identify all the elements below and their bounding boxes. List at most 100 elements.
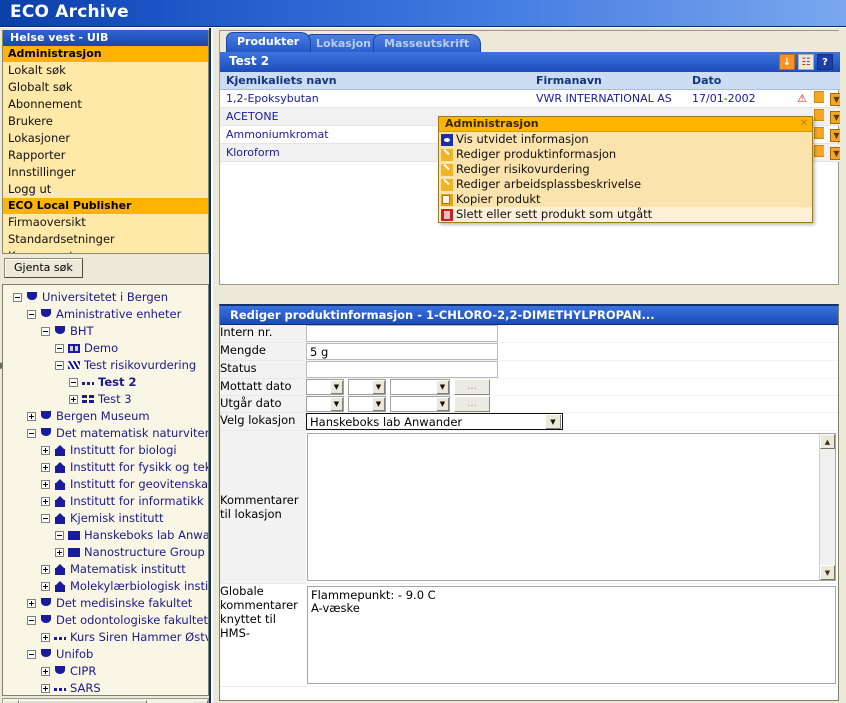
- tree-node[interactable]: Hanskeboks lab Anwand: [3, 527, 208, 544]
- tree-node[interactable]: Institutt for biologi: [3, 442, 208, 459]
- sidebar-item-standardsetninger[interactable]: Standardsetninger: [3, 231, 208, 248]
- sidebar-item-lokasjoner[interactable]: Lokasjoner: [3, 130, 208, 147]
- collapse-icon[interactable]: [27, 616, 36, 625]
- chevron-down-icon[interactable]: ▼: [371, 380, 385, 394]
- download-icon[interactable]: ↓: [779, 54, 795, 70]
- tree-node[interactable]: Molekylærbiologisk institu: [3, 578, 208, 595]
- sidebar-item-rapporter[interactable]: Rapporter: [3, 147, 208, 164]
- chevron-down-icon[interactable]: ▼: [435, 380, 449, 394]
- expand-icon[interactable]: [41, 497, 50, 506]
- column-header-name[interactable]: Kjemikaliets navn: [220, 72, 530, 90]
- expand-icon[interactable]: [41, 446, 50, 455]
- chevron-down-icon[interactable]: ▼: [435, 397, 449, 411]
- tree-node[interactable]: Bergen Museum: [3, 408, 208, 425]
- expand-icon[interactable]: [41, 633, 50, 642]
- expand-icon[interactable]: [27, 599, 36, 608]
- collapse-icon[interactable]: [55, 531, 64, 540]
- tree-node[interactable]: Institutt for informatikk: [3, 493, 208, 510]
- mottatt-date-picker-button[interactable]: ...: [454, 379, 490, 395]
- expand-icon[interactable]: [27, 412, 36, 421]
- tree-horizontal-scrollbar[interactable]: ◀ ▶: [2, 698, 209, 703]
- expand-icon[interactable]: [41, 463, 50, 472]
- sidebar-item-logg-ut[interactable]: Logg ut: [3, 181, 208, 198]
- cell-product-name[interactable]: 1,2-Epoksybutan: [220, 89, 530, 108]
- context-menu-item[interactable]: Rediger arbeidsplassbeskrivelse: [439, 177, 812, 192]
- tree-node[interactable]: Test 2: [3, 374, 208, 391]
- expand-icon[interactable]: [41, 582, 50, 591]
- kommentarer-lokasjon-textarea[interactable]: [308, 434, 819, 580]
- collapse-icon[interactable]: [55, 361, 64, 370]
- collapse-icon[interactable]: [13, 293, 22, 302]
- context-menu-item[interactable]: Rediger produktinformasjon: [439, 147, 812, 162]
- flag-icon[interactable]: [814, 91, 824, 103]
- column-header-date[interactable]: Dato: [686, 72, 790, 90]
- expand-icon[interactable]: [41, 480, 50, 489]
- utgaar-month-select[interactable]: ▼: [348, 396, 386, 412]
- tab-produkter[interactable]: Produkter: [226, 32, 312, 52]
- table-row[interactable]: 1,2-Epoksybutan VWR INTERNATIONAL AS 17/01…: [220, 89, 840, 108]
- expand-icon[interactable]: [41, 667, 50, 676]
- close-icon[interactable]: ✕: [798, 118, 810, 130]
- row-actions-dropdown-icon[interactable]: ▼: [830, 146, 840, 160]
- scroll-down-arrow-icon[interactable]: ▼: [820, 565, 835, 580]
- utgaar-year-select[interactable]: ▼: [390, 396, 450, 412]
- kommentarer-lokasjon-textarea-wrap[interactable]: ▲ ▼: [307, 433, 836, 581]
- tree-node[interactable]: Aministrative enheter: [3, 306, 208, 323]
- tree-node[interactable]: Matematisk institutt: [3, 561, 208, 578]
- sidebar-item-lokalt-sok[interactable]: Lokalt søk: [3, 62, 208, 79]
- tree-node[interactable]: CIPR: [3, 663, 208, 680]
- tree-node[interactable]: Kurs Siren Hammer Østvo: [3, 629, 208, 646]
- tree-node[interactable]: Institutt for fysikk og tek: [3, 459, 208, 476]
- expand-icon[interactable]: [41, 684, 50, 693]
- chevron-down-icon[interactable]: ▼: [329, 380, 343, 394]
- collapse-icon[interactable]: [27, 650, 36, 659]
- sidebar-item-abonnement[interactable]: Abonnement: [3, 96, 208, 113]
- tree-node[interactable]: Det odontologiske fakultet: [3, 612, 208, 629]
- chevron-down-icon[interactable]: ▼: [545, 414, 561, 429]
- lokasjon-select[interactable]: Hanskeboks lab Anwander ▼: [306, 413, 563, 430]
- sidebar-item-komponenter[interactable]: Komponenter: [3, 248, 208, 253]
- mengde-input[interactable]: [306, 343, 498, 360]
- sidebar-item-brukere[interactable]: Brukere: [3, 113, 208, 130]
- context-menu-item[interactable]: Rediger risikovurdering: [439, 162, 812, 177]
- help-icon[interactable]: ?: [817, 54, 833, 70]
- tree-node[interactable]: Test 3: [3, 391, 208, 408]
- tree-node[interactable]: BHT: [3, 323, 208, 340]
- tree-node[interactable]: Test risikovurdering: [3, 357, 208, 374]
- sidebar-item-globalt-sok[interactable]: Globalt søk: [3, 79, 208, 96]
- flag-icon[interactable]: [814, 145, 824, 157]
- collapse-icon[interactable]: [27, 310, 36, 319]
- expand-icon[interactable]: [55, 548, 64, 557]
- mottatt-month-select[interactable]: ▼: [348, 379, 386, 395]
- sidebar-item-firmaoversikt[interactable]: Firmaoversikt: [3, 214, 208, 231]
- excel-export-icon[interactable]: ☷: [798, 54, 814, 70]
- collapse-icon[interactable]: [41, 327, 50, 336]
- tree-node[interactable]: Institutt for geovitenskap: [3, 476, 208, 493]
- expand-icon[interactable]: [41, 565, 50, 574]
- tree-node[interactable]: Kjemisk institutt: [3, 510, 208, 527]
- row-actions-dropdown-icon[interactable]: ▼: [830, 110, 840, 124]
- mottatt-year-select[interactable]: ▼: [390, 379, 450, 395]
- mottatt-day-select[interactable]: ▼: [306, 379, 344, 395]
- chevron-down-icon[interactable]: ▼: [371, 397, 385, 411]
- collapse-icon[interactable]: [69, 378, 78, 387]
- sidebar-item-innstillinger[interactable]: Innstillinger: [3, 164, 208, 181]
- kommentarer-lokasjon-scrollbar[interactable]: ▲ ▼: [819, 434, 835, 580]
- collapse-icon[interactable]: [27, 429, 36, 438]
- chevron-down-icon[interactable]: ▼: [329, 397, 343, 411]
- tab-masseutskrift[interactable]: Masseutskrift: [373, 34, 482, 52]
- utgaar-day-select[interactable]: ▼: [306, 396, 344, 412]
- organization-tree[interactable]: Universitetet i Bergen Aministrative enhe…: [2, 284, 209, 696]
- status-input[interactable]: [306, 361, 498, 378]
- tree-node[interactable]: Universitetet i Bergen: [3, 289, 208, 306]
- tree-node[interactable]: Det medisinske fakultet: [3, 595, 208, 612]
- collapse-icon[interactable]: [55, 344, 64, 353]
- tree-node[interactable]: Demo: [3, 340, 208, 357]
- tab-lokasjon[interactable]: Lokasjon: [305, 34, 384, 52]
- expand-icon[interactable]: [69, 395, 78, 404]
- scroll-track[interactable]: [820, 449, 835, 565]
- flag-icon[interactable]: [814, 109, 824, 121]
- intern-nr-input[interactable]: [306, 325, 498, 342]
- tree-node[interactable]: Det matematisk naturviten: [3, 425, 208, 442]
- collapse-icon[interactable]: [41, 514, 50, 523]
